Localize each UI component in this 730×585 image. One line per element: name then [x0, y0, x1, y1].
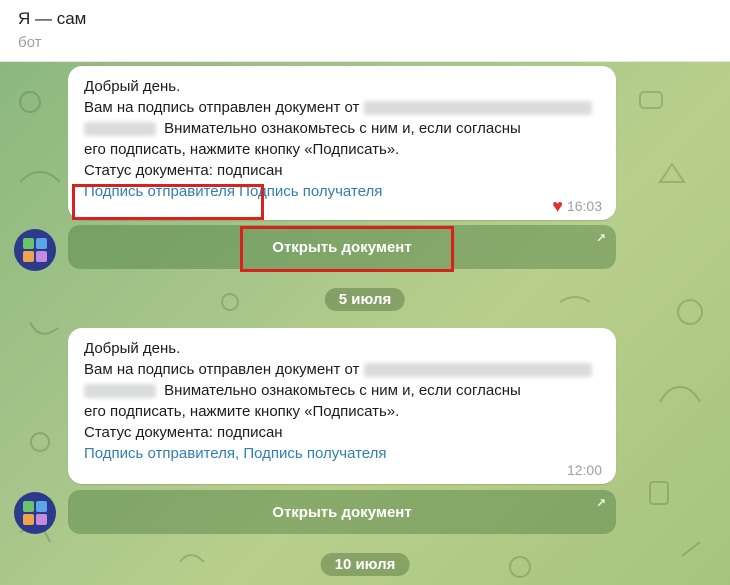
message-line: Внимательно ознакомьтесь с ним и, если с…	[164, 382, 521, 399]
open-document-button[interactable]: Открыть документ ↗	[68, 490, 616, 534]
message-greeting: Добрый день.	[84, 340, 181, 357]
sender-signature-link[interactable]: Подпись отправителя	[84, 445, 235, 462]
message-line: Вам на подпись отправлен документ от	[84, 99, 360, 116]
redacted-sender-name	[363, 101, 592, 116]
external-link-arrow-icon: ↗	[595, 231, 606, 245]
receiver-signature-link[interactable]: Подпись получателя	[243, 445, 386, 462]
heart-reaction-icon[interactable]: ♥	[552, 197, 563, 215]
message-line: его подписать, нажмите кнопку «Подписать…	[84, 403, 400, 420]
date-separator: 5 июля	[324, 288, 406, 311]
open-document-label: Открыть документ	[272, 503, 412, 521]
highlight-box-open-document	[240, 226, 454, 272]
message-line: его подписать, нажмите кнопку «Подписать…	[84, 141, 400, 158]
chat-subtitle: бот	[18, 34, 42, 51]
external-link-arrow-icon: ↗	[595, 496, 606, 510]
date-separator: 10 июля	[320, 553, 410, 576]
message-line: Внимательно ознакомьтесь с ним и, если с…	[164, 120, 521, 137]
bot-avatar[interactable]	[14, 229, 56, 271]
bot-avatar[interactable]	[14, 492, 56, 534]
message-greeting: Добрый день.	[84, 78, 181, 95]
document-status: Статус документа: подписан	[84, 162, 283, 179]
redacted-sender-name	[363, 363, 592, 378]
redacted-sender-name	[84, 122, 156, 137]
highlight-box-sender-signature	[72, 184, 264, 220]
chat-title: Я — сам	[18, 9, 87, 28]
message-bubble: Добрый день. Вам на подпись отправлен до…	[68, 328, 616, 484]
message-time: 16:03	[566, 198, 602, 214]
document-status: Статус документа: подписан	[84, 424, 283, 441]
chat-header[interactable]: Я — сам бот	[0, 0, 730, 62]
message-time: 12:00	[566, 462, 602, 478]
redacted-sender-name	[84, 384, 156, 399]
chat-area[interactable]: Добрый день. Вам на подпись отправлен до…	[0, 62, 730, 585]
message-line: Вам на подпись отправлен документ от	[84, 361, 360, 378]
